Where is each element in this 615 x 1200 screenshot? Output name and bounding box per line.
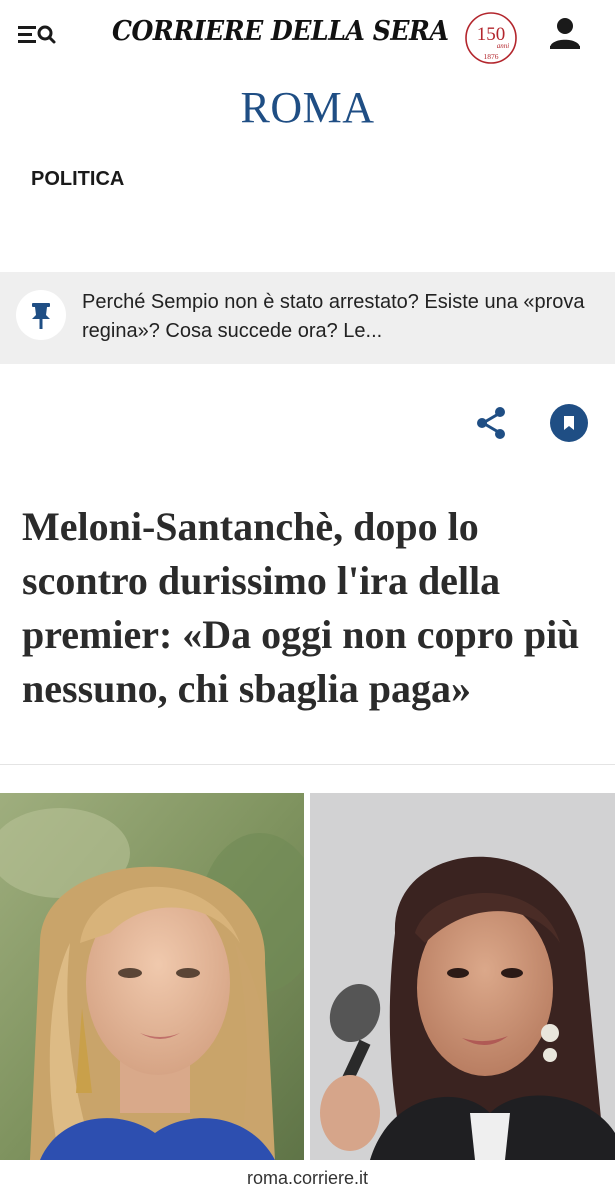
pinned-text[interactable]: Perché Sempio non è stato arrestato? Esi… bbox=[82, 288, 587, 346]
article-headline: Meloni-Santanchè, dopo lo scontro duriss… bbox=[22, 504, 580, 711]
search-icon bbox=[37, 25, 56, 44]
anniversary-word: anni bbox=[497, 42, 510, 50]
article-photo-left[interactable] bbox=[0, 793, 304, 1160]
bookmark-button[interactable] bbox=[550, 404, 588, 442]
share-icon bbox=[477, 407, 505, 439]
bookmark-icon bbox=[564, 416, 574, 430]
section-title[interactable]: ROMA bbox=[0, 82, 615, 133]
corriere-logo[interactable]: CORRIERE DELLA SERA 150 anni 1876 bbox=[112, 12, 522, 64]
portrait-photo-right bbox=[310, 793, 615, 1160]
share-button[interactable] bbox=[474, 404, 510, 442]
pin-badge bbox=[16, 290, 66, 340]
divider bbox=[0, 764, 615, 765]
anniversary-badge: 150 anni 1876 bbox=[465, 12, 517, 64]
user-icon bbox=[550, 18, 580, 49]
menu-search-button[interactable] bbox=[16, 18, 58, 50]
user-account-button[interactable] bbox=[548, 15, 582, 51]
article-photo-right[interactable] bbox=[310, 793, 615, 1160]
pin-icon bbox=[32, 303, 50, 329]
anniversary-year: 1876 bbox=[484, 52, 499, 61]
category-link[interactable]: POLITICA bbox=[31, 168, 124, 191]
portrait-photo-left bbox=[0, 793, 304, 1160]
source-url[interactable]: roma.corriere.it bbox=[0, 1168, 615, 1189]
logo-text: CORRIERE DELLA SERA bbox=[112, 16, 449, 47]
